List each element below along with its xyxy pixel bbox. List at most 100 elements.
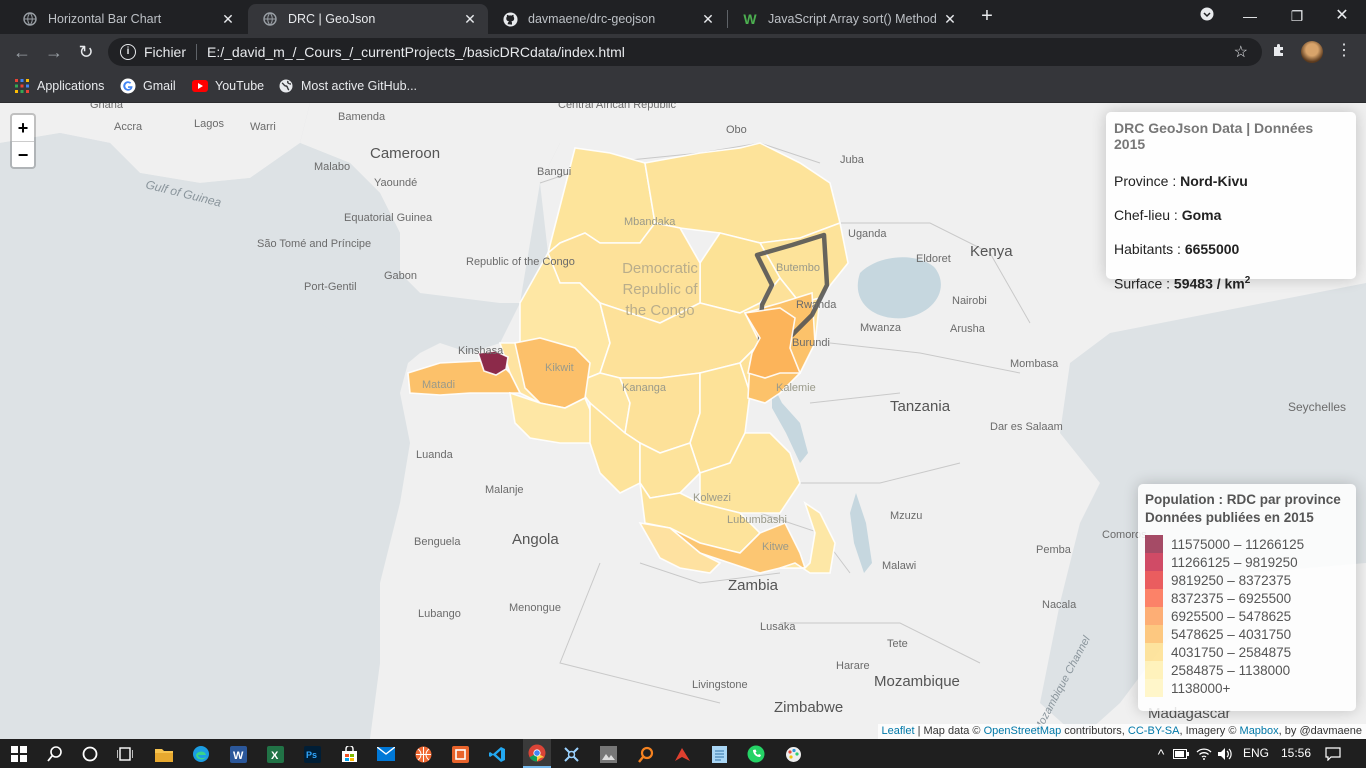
language-indicator[interactable]: ENG bbox=[1243, 746, 1269, 760]
tab-horizontal-bar-chart[interactable]: Horizontal Bar Chart ✕ bbox=[8, 4, 246, 34]
search-icon[interactable] bbox=[44, 743, 66, 765]
new-tab-button[interactable]: + bbox=[976, 6, 998, 28]
cortana-icon[interactable] bbox=[79, 743, 101, 765]
edge-icon[interactable] bbox=[190, 743, 212, 765]
notification-icon[interactable] bbox=[1322, 743, 1344, 765]
network-tool-icon[interactable] bbox=[560, 743, 582, 765]
close-icon[interactable]: ✕ bbox=[700, 11, 716, 27]
tab-github-drc-geojson[interactable]: davmaene/drc-geojson ✕ bbox=[488, 4, 726, 34]
address-url: E:/_david_m_/_Cours_/_currentProjects_/b… bbox=[207, 44, 625, 60]
svg-text:Ps: Ps bbox=[306, 750, 317, 760]
vscode-icon[interactable] bbox=[486, 743, 508, 765]
legend-swatch bbox=[1145, 661, 1163, 679]
area-label: Surface : bbox=[1114, 275, 1174, 292]
tab-title: JavaScript Array sort() Method bbox=[768, 12, 937, 26]
more-menu-icon[interactable]: ⋮ bbox=[1336, 40, 1352, 64]
label-lusaka: Lusaka bbox=[760, 621, 796, 633]
mail-icon[interactable] bbox=[375, 743, 397, 765]
legend-item: 5478625 – 4031750 bbox=[1145, 625, 1349, 643]
info-area-row: Surface : 59483 / km2 bbox=[1114, 275, 1348, 292]
forward-arrow-icon[interactable]: → bbox=[42, 40, 66, 64]
legend-item: 11266125 – 9819250 bbox=[1145, 553, 1349, 571]
label-angola: Angola bbox=[512, 531, 559, 548]
svg-text:X: X bbox=[271, 750, 279, 762]
close-window-icon[interactable]: ✕ bbox=[1330, 4, 1354, 28]
photoshop-icon[interactable]: Ps bbox=[301, 743, 323, 765]
battery-icon[interactable] bbox=[1170, 743, 1192, 765]
app-orange-box-icon[interactable] bbox=[449, 743, 471, 765]
label-lagos: Lagos bbox=[194, 118, 224, 130]
label-sao-tome: São Tomé and Príncipe bbox=[257, 238, 371, 250]
bookmark-label: Gmail bbox=[143, 79, 176, 93]
basketball-app-icon[interactable] bbox=[412, 743, 434, 765]
label-ghana: Ghana bbox=[90, 103, 124, 111]
close-icon[interactable]: ✕ bbox=[462, 11, 478, 27]
label-zimbabwe: Zimbabwe bbox=[774, 699, 843, 716]
close-icon[interactable]: ✕ bbox=[942, 11, 958, 27]
label-obo: Obo bbox=[726, 124, 747, 136]
map-attribution: Leaflet | Map data © OpenStreetMap contr… bbox=[877, 724, 1366, 739]
zoom-in-button[interactable]: + bbox=[12, 115, 34, 141]
leaflet-map[interactable]: Ghana Accra Lagos Warri Bamenda Central … bbox=[0, 103, 1366, 739]
show-hidden-icons-icon[interactable]: ^ bbox=[1150, 743, 1172, 765]
windows-start-icon[interactable] bbox=[8, 743, 30, 765]
legend-title: Population : RDC par province Données pu… bbox=[1145, 491, 1349, 527]
bookmark-star-icon[interactable]: ☆ bbox=[1234, 42, 1248, 62]
zoom-out-button[interactable]: − bbox=[12, 141, 34, 167]
label-kalemie: Kalemie bbox=[776, 382, 816, 394]
back-arrow-icon[interactable]: ← bbox=[10, 40, 34, 64]
tab-search-icon[interactable] bbox=[1195, 4, 1219, 28]
label-harare: Harare bbox=[836, 660, 870, 672]
label-malanje: Malanje bbox=[485, 484, 524, 496]
legend-range: 11266125 – 9819250 bbox=[1171, 554, 1298, 570]
legend-item: 11575000 – 11266125 bbox=[1145, 535, 1349, 553]
file-explorer-icon[interactable] bbox=[153, 743, 175, 765]
osm-link[interactable]: OpenStreetMap bbox=[984, 725, 1062, 737]
mapbox-link[interactable]: Mapbox bbox=[1240, 725, 1279, 737]
store-icon[interactable] bbox=[338, 743, 360, 765]
app-gallery-icon[interactable] bbox=[597, 743, 619, 765]
tab-title: DRC | GeoJson bbox=[288, 12, 376, 26]
legend-item: 9819250 – 8372375 bbox=[1145, 571, 1349, 589]
label-kitwe: Kitwe bbox=[762, 541, 789, 553]
word-icon[interactable]: W bbox=[227, 743, 249, 765]
leaflet-link[interactable]: Leaflet bbox=[882, 725, 915, 737]
cc-link[interactable]: CC-BY-SA bbox=[1128, 725, 1180, 737]
tab-javascript-array-sort[interactable]: W JavaScript Array sort() Method ✕ bbox=[728, 4, 968, 34]
label-yaounde: Yaoundé bbox=[374, 177, 417, 189]
notepad-icon[interactable] bbox=[708, 743, 730, 765]
bookmark-gmail[interactable]: Gmail bbox=[120, 76, 176, 96]
excel-icon[interactable]: X bbox=[264, 743, 286, 765]
close-icon[interactable]: ✕ bbox=[220, 11, 236, 27]
legend-item: 4031750 – 2584875 bbox=[1145, 643, 1349, 661]
info-province-row: Province : Nord-Kivu bbox=[1114, 173, 1348, 189]
paint-icon[interactable] bbox=[782, 743, 804, 765]
label-cameroon: Cameroon bbox=[370, 145, 440, 162]
volume-icon[interactable] bbox=[1214, 743, 1236, 765]
extensions-puzzle-icon[interactable] bbox=[1270, 42, 1288, 60]
bookmark-applications[interactable]: Applications bbox=[14, 76, 104, 96]
reload-icon[interactable]: ↻ bbox=[74, 40, 98, 64]
github-icon bbox=[502, 11, 518, 27]
chrome-icon[interactable] bbox=[523, 739, 551, 768]
clock[interactable]: 15:56 bbox=[1281, 746, 1311, 760]
label-accra: Accra bbox=[114, 121, 143, 133]
search-app-icon[interactable] bbox=[634, 743, 656, 765]
address-bar[interactable]: i Fichier E:/_david_m_/_Cours_/_currentP… bbox=[108, 38, 1262, 66]
info-title: DRC GeoJson Data | Données 2015 bbox=[1114, 120, 1314, 152]
bookmark-youtube[interactable]: YouTube bbox=[192, 76, 264, 96]
task-view-icon[interactable] bbox=[114, 743, 136, 765]
whatsapp-icon[interactable] bbox=[745, 743, 767, 765]
restore-icon[interactable]: ❐ bbox=[1285, 4, 1309, 28]
label-bangui: Bangui bbox=[537, 166, 571, 178]
bookmark-most-active-github[interactable]: Most active GitHub... bbox=[278, 76, 417, 96]
minimize-icon[interactable]: — bbox=[1238, 4, 1262, 28]
profile-avatar[interactable] bbox=[1301, 41, 1323, 63]
capital-value: Goma bbox=[1181, 207, 1222, 223]
app-red-arrow-icon[interactable] bbox=[671, 743, 693, 765]
area-value: 59483 / km bbox=[1173, 275, 1245, 292]
wifi-icon[interactable] bbox=[1193, 743, 1215, 765]
info-icon[interactable]: i bbox=[120, 44, 136, 60]
tab-drc-geojson[interactable]: DRC | GeoJson ✕ bbox=[248, 4, 488, 34]
w3schools-icon: W bbox=[743, 11, 757, 27]
